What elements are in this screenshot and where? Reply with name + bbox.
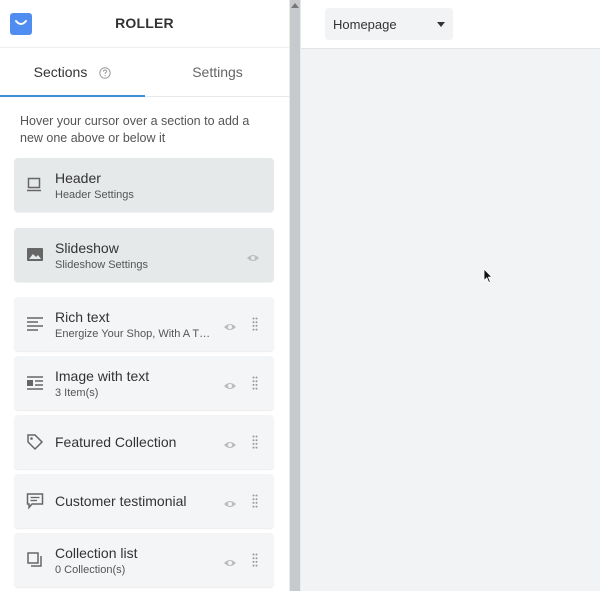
page-select[interactable]: Homepage	[325, 8, 453, 40]
section-item-featured-collection[interactable]: Featured Collection	[14, 415, 274, 469]
sidebar: ROLLER Sections Settings Hover your curs…	[0, 0, 289, 591]
section-name: Collection list	[55, 545, 138, 561]
tab-sections[interactable]: Sections	[0, 48, 145, 97]
help-icon[interactable]	[99, 66, 112, 79]
sidebar-scrollbar[interactable]	[290, 0, 300, 591]
section-item-header[interactable]: Header Header Settings	[14, 158, 274, 212]
mouse-cursor-icon	[483, 268, 493, 284]
visibility-eye-icon[interactable]	[223, 496, 237, 507]
drag-handle-icon[interactable]	[252, 317, 258, 331]
section-subtitle: Energize Your Shop, With A The...	[55, 328, 215, 340]
section-item-customer-testimonial[interactable]: Customer testimonial	[14, 474, 274, 528]
section-subtitle: 0 Collection(s)	[55, 564, 126, 576]
drag-handle-icon[interactable]	[252, 376, 258, 390]
tag-icon	[26, 433, 44, 451]
section-subtitle: 3 Item(s)	[55, 387, 99, 399]
page-select-value: Homepage	[333, 16, 397, 32]
visibility-eye-icon[interactable]	[223, 437, 237, 448]
visibility-eye-icon[interactable]	[223, 319, 237, 330]
tab-bar: Sections Settings	[0, 48, 289, 97]
section-item-rich-text[interactable]: Rich text Energize Your Shop, With A The…	[14, 297, 274, 351]
image-icon	[26, 246, 44, 264]
app-title: ROLLER	[115, 15, 174, 31]
section-name: Header	[55, 170, 101, 186]
section-item-collection-list[interactable]: Collection list 0 Collection(s)	[14, 533, 274, 587]
preview-canvas	[301, 49, 600, 591]
header-icon	[26, 176, 44, 194]
drag-handle-icon[interactable]	[252, 553, 258, 567]
section-name: Featured Collection	[55, 434, 177, 450]
tab-settings-label: Settings	[192, 64, 243, 80]
section-subtitle: Header Settings	[55, 189, 134, 201]
scroll-up-arrow-icon[interactable]	[291, 3, 299, 8]
section-item-slideshow[interactable]: Slideshow Slideshow Settings	[14, 228, 274, 282]
drag-handle-icon[interactable]	[252, 494, 258, 508]
section-name: Slideshow	[55, 240, 119, 256]
visibility-eye-icon[interactable]	[246, 250, 260, 261]
text-align-icon	[26, 315, 44, 333]
visibility-eye-icon[interactable]	[223, 555, 237, 566]
section-name: Customer testimonial	[55, 493, 187, 509]
sidebar-header: ROLLER	[0, 0, 289, 48]
section-item-image-with-text[interactable]: Image with text 3 Item(s)	[14, 356, 274, 410]
image-text-icon	[26, 374, 44, 392]
caret-down-icon	[437, 22, 445, 27]
drag-handle-icon[interactable]	[252, 435, 258, 449]
comment-icon	[26, 492, 44, 510]
visibility-eye-icon[interactable]	[223, 378, 237, 389]
collection-icon	[26, 551, 44, 569]
tab-settings[interactable]: Settings	[145, 48, 289, 96]
section-name: Image with text	[55, 368, 150, 384]
section-subtitle: Slideshow Settings	[55, 259, 148, 271]
hint-text: Hover your cursor over a section to add …	[20, 114, 250, 145]
section-name: Rich text	[55, 309, 110, 325]
tab-sections-label: Sections	[33, 64, 88, 80]
